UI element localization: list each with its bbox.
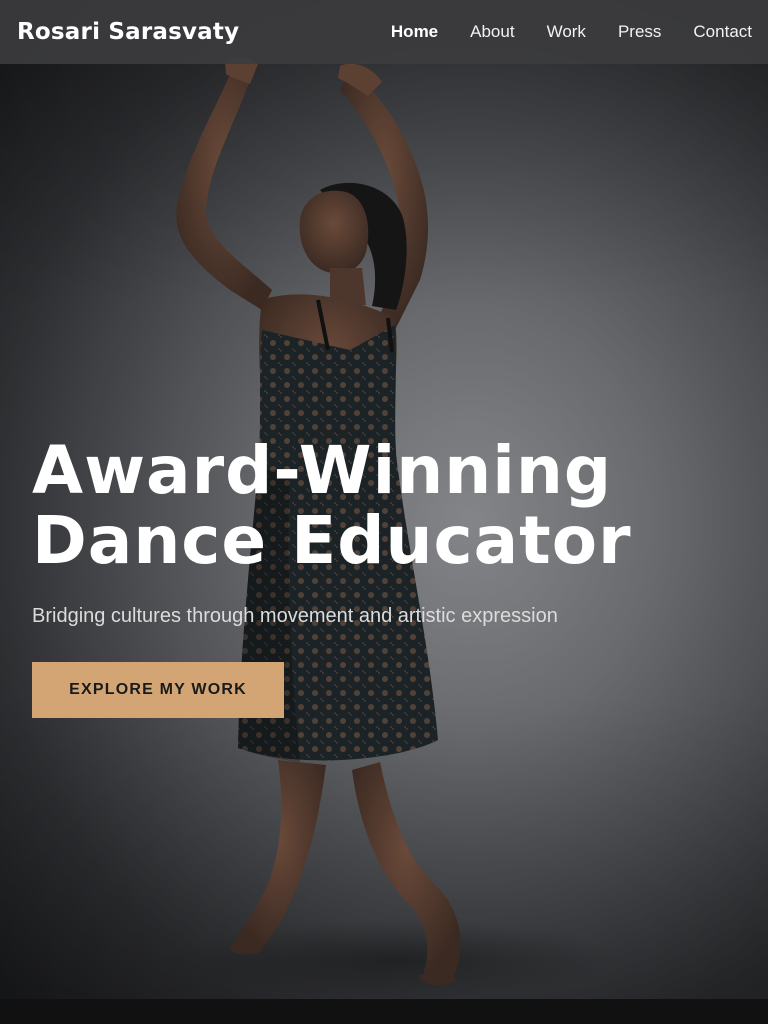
nav-link-home[interactable]: Home [391,22,438,42]
nav-link-about[interactable]: About [470,22,514,42]
hero-title-line-2: Dance Educator [32,502,632,579]
hero-title-line-1: Award-Winning [32,432,613,509]
hero-section: Award-Winning Dance Educator Bridging cu… [0,0,768,999]
top-navbar: Rosari Sarasvaty Home About Work Press C… [0,0,768,64]
nav-link-press[interactable]: Press [618,22,661,42]
hero-content: Award-Winning Dance Educator Bridging cu… [32,436,732,718]
site-brand-logo[interactable]: Rosari Sarasvaty [17,19,239,45]
hero-title: Award-Winning Dance Educator [32,436,732,576]
explore-work-button[interactable]: EXPLORE MY WORK [32,662,284,718]
nav-links: Home About Work Press Contact [359,22,752,42]
nav-link-contact[interactable]: Contact [693,22,752,42]
next-section-edge [0,999,768,1024]
hero-subtitle: Bridging cultures through movement and a… [32,605,558,627]
nav-link-work[interactable]: Work [547,22,586,42]
